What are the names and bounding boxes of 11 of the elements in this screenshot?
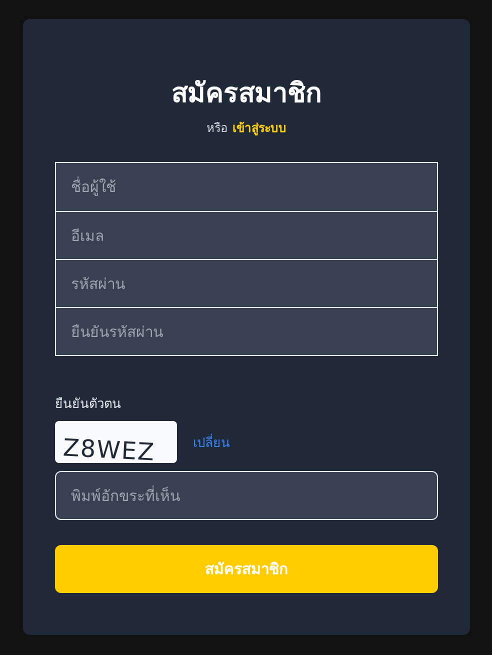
form-title: สมัครสมาชิก	[170, 77, 322, 111]
input-field[interactable]: ชื่อผู้ใช้	[56, 163, 437, 211]
input-field[interactable]: รหัสผ่าน	[56, 259, 437, 307]
input-field[interactable]: อีเมล	[56, 211, 437, 259]
input-field[interactable]: ยืนยันรหัสผ่าน	[56, 307, 437, 355]
refresh-link[interactable]: เปลี่ยน	[193, 432, 230, 452]
login-link[interactable]: เข้าสู่ระบบ	[232, 120, 286, 136]
captcha-field[interactable]: พิมพ์อักขระที่เห็น	[55, 471, 438, 520]
subtitle-text: หรือ	[206, 120, 228, 136]
captcha-label: ยืนยันตัวตน	[55, 396, 122, 414]
captcha-image: Z8WEZ	[55, 421, 177, 463]
